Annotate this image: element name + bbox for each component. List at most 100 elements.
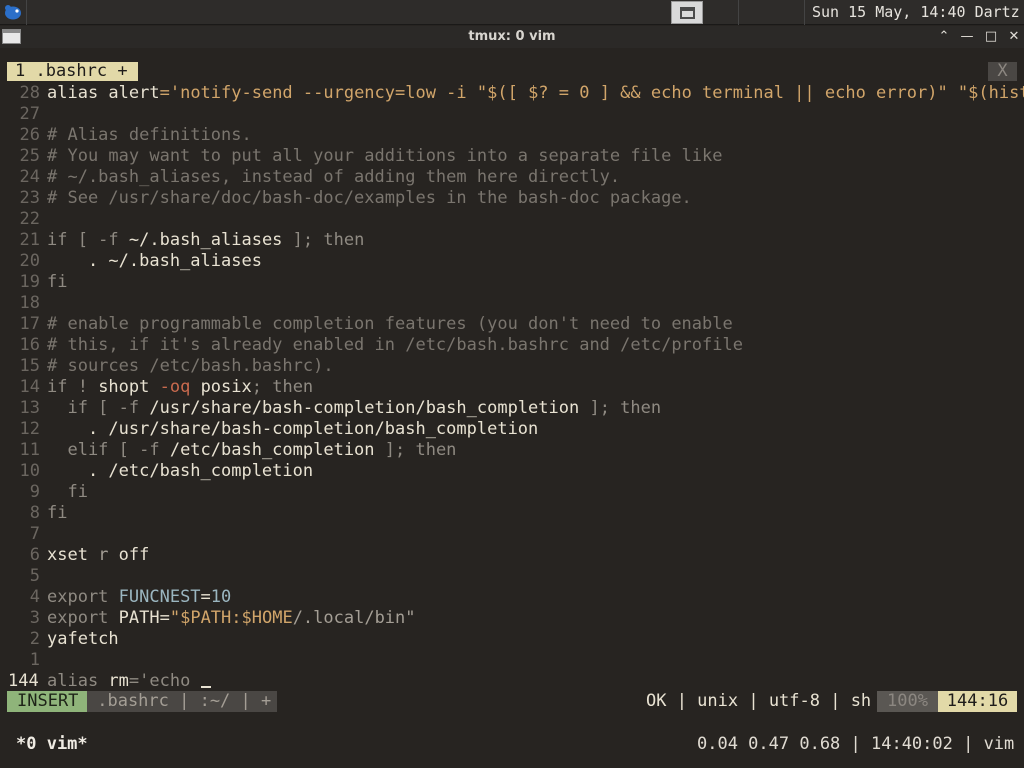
code-line[interactable]: 14 if ! shopt -oq posix; then bbox=[0, 377, 1024, 398]
token: ~/.bash_aliases bbox=[128, 230, 283, 250]
code-line[interactable]: 2 yafetch bbox=[0, 629, 1024, 650]
token: if [ -f bbox=[47, 230, 129, 250]
taskbar-window-button[interactable] bbox=[671, 1, 703, 24]
line-text: yafetch bbox=[47, 629, 119, 650]
code-line[interactable]: 16 # this, if it's already enabled in /et… bbox=[0, 335, 1024, 356]
code-line[interactable]: 144 alias rm='echo bbox=[0, 671, 1024, 692]
line-number: 17 bbox=[19, 314, 40, 334]
code-line[interactable]: 28 alias alert='notify-send --urgency=low… bbox=[0, 83, 1024, 104]
line-number: 12 bbox=[19, 419, 40, 439]
code-line[interactable]: 12 . /usr/share/bash-completion/bash_com… bbox=[0, 419, 1024, 440]
token: export bbox=[47, 608, 119, 628]
code-line[interactable]: 17 # enable programmable completion featu… bbox=[0, 314, 1024, 335]
token: = bbox=[200, 587, 211, 607]
line-text: if [ -f /usr/share/bash-completion/bash_… bbox=[47, 398, 661, 419]
text-cursor bbox=[200, 686, 211, 688]
token: = bbox=[159, 608, 170, 628]
tmux-statusbar: *0 vim* 0.04 0.47 0.68 | 14:40:02 | vim bbox=[0, 730, 1024, 758]
line-number: 2 bbox=[29, 629, 40, 649]
token: . /etc/bash_completion bbox=[47, 461, 314, 481]
line-number: 20 bbox=[19, 251, 40, 271]
line-text: . /etc/bash_completion bbox=[47, 461, 313, 482]
line-number: 21 bbox=[19, 230, 40, 250]
code-line[interactable]: 25 # You may want to put all your additio… bbox=[0, 146, 1024, 167]
code-line[interactable]: 5 bbox=[0, 566, 1024, 587]
mode-indicator: INSERT bbox=[7, 691, 89, 712]
code-line[interactable]: 20 . ~/.bash_aliases bbox=[0, 251, 1024, 272]
token: ; then bbox=[251, 377, 314, 397]
maximize-button[interactable]: □ bbox=[982, 27, 1000, 47]
line-number: 14 bbox=[19, 377, 40, 397]
line-text: . ~/.bash_aliases bbox=[47, 251, 262, 272]
tab-bashrc[interactable]: 1 .bashrc + bbox=[7, 62, 138, 81]
code-line[interactable]: 1 bbox=[0, 650, 1024, 671]
line-number: 16 bbox=[19, 335, 40, 355]
code-line[interactable]: 8 fi bbox=[0, 503, 1024, 524]
line-number: 13 bbox=[19, 398, 40, 418]
code-line[interactable]: 24 # ~/.bash_aliases, instead of adding t… bbox=[0, 167, 1024, 188]
line-number: 23 bbox=[19, 188, 40, 208]
token: "$PATH:$HOME bbox=[169, 608, 293, 628]
code-line[interactable]: 19 fi bbox=[0, 272, 1024, 293]
line-number: 144 bbox=[8, 671, 39, 691]
token: # enable programmable completion feature… bbox=[47, 314, 733, 334]
code-line[interactable]: 22 bbox=[0, 209, 1024, 230]
code-line[interactable]: 6 xset r off bbox=[0, 545, 1024, 566]
token: # You may want to put all your additions… bbox=[47, 146, 723, 166]
shade-button[interactable]: ⌃ bbox=[935, 27, 953, 47]
xfce-mouse-icon[interactable] bbox=[3, 3, 23, 21]
line-text: . /usr/share/bash-completion/bash_comple… bbox=[47, 419, 538, 440]
line-number: 4 bbox=[29, 587, 40, 607]
tab-close-button[interactable]: X bbox=[988, 62, 1017, 81]
desktop-panel: Sun 15 May, 14:40 Dartz bbox=[0, 0, 1024, 25]
line-text: export FUNCNEST=10 bbox=[47, 587, 231, 608]
code-line[interactable]: 26 # Alias definitions. bbox=[0, 125, 1024, 146]
line-number: 9 bbox=[29, 482, 40, 502]
line-text: alias alert='notify-send --urgency=low -… bbox=[47, 83, 1024, 104]
code-line[interactable]: 9 fi bbox=[0, 482, 1024, 503]
line-text: elif [ -f /etc/bash_completion ]; then bbox=[47, 440, 456, 461]
code-line[interactable]: 3 export PATH="$PATH:$HOME/.local/bin" bbox=[0, 608, 1024, 629]
terminal[interactable]: 1 .bashrc + X 28 alias alert='notify-send… bbox=[0, 48, 1024, 768]
line-number: 22 bbox=[19, 209, 40, 229]
token: ]; then bbox=[374, 440, 457, 460]
tmux-window-vim[interactable]: *0 vim* bbox=[16, 734, 88, 754]
token: . /usr/share/bash-completion/bash_comple… bbox=[47, 419, 539, 439]
status-file: .bashrc | :~/ | + bbox=[87, 691, 277, 712]
token: fi bbox=[47, 503, 68, 523]
code-line[interactable]: 18 bbox=[0, 293, 1024, 314]
line-number: 10 bbox=[19, 461, 40, 481]
line-number: 7 bbox=[29, 524, 40, 544]
close-button[interactable]: ✕ bbox=[1005, 27, 1023, 47]
line-number: 24 bbox=[19, 167, 40, 187]
line-number: 11 bbox=[19, 440, 40, 460]
line-number: 25 bbox=[19, 146, 40, 166]
code-line[interactable]: 10 . /etc/bash_completion bbox=[0, 461, 1024, 482]
code-line[interactable]: 21 if [ -f ~/.bash_aliases ]; then bbox=[0, 230, 1024, 251]
token: /etc/bash_completion bbox=[169, 440, 375, 460]
panel-separator bbox=[804, 0, 805, 25]
token: /usr/share/bash-completion/bash_completi… bbox=[149, 398, 580, 418]
line-text: if ! shopt -oq posix; then bbox=[47, 377, 313, 398]
code-line[interactable]: 11 elif [ -f /etc/bash_completion ]; the… bbox=[0, 440, 1024, 461]
code-line[interactable]: 15 # sources /etc/bash.bashrc). bbox=[0, 356, 1024, 377]
token: ]; then bbox=[282, 230, 365, 250]
token: xset bbox=[47, 545, 99, 565]
code-line[interactable]: 23 # See /usr/share/doc/bash-doc/examples… bbox=[0, 188, 1024, 209]
token: off bbox=[108, 545, 150, 565]
token: fi bbox=[47, 482, 88, 502]
panel-clock[interactable]: Sun 15 May, 14:40 Dartz bbox=[812, 3, 1020, 21]
line-number: 19 bbox=[19, 272, 40, 292]
code-line[interactable]: 27 bbox=[0, 104, 1024, 125]
code-line[interactable]: 4 export FUNCNEST=10 bbox=[0, 587, 1024, 608]
code-line[interactable]: 13 if [ -f /usr/share/bash-completion/ba… bbox=[0, 398, 1024, 419]
code-line[interactable]: 7 bbox=[0, 524, 1024, 545]
token: # sources /etc/bash.bashrc). bbox=[47, 356, 334, 376]
window-titlebar[interactable]: tmux: 0 vim ⌃ — □ ✕ bbox=[0, 26, 1024, 48]
token: if [ -f bbox=[47, 398, 150, 418]
vim-tabline: 1 .bashrc + X bbox=[0, 62, 1024, 83]
minimize-button[interactable]: — bbox=[958, 27, 976, 47]
line-text: # this, if it's already enabled in /etc/… bbox=[47, 335, 743, 356]
line-text: fi bbox=[47, 272, 67, 293]
line-text: if [ -f ~/.bash_aliases ]; then bbox=[47, 230, 364, 251]
